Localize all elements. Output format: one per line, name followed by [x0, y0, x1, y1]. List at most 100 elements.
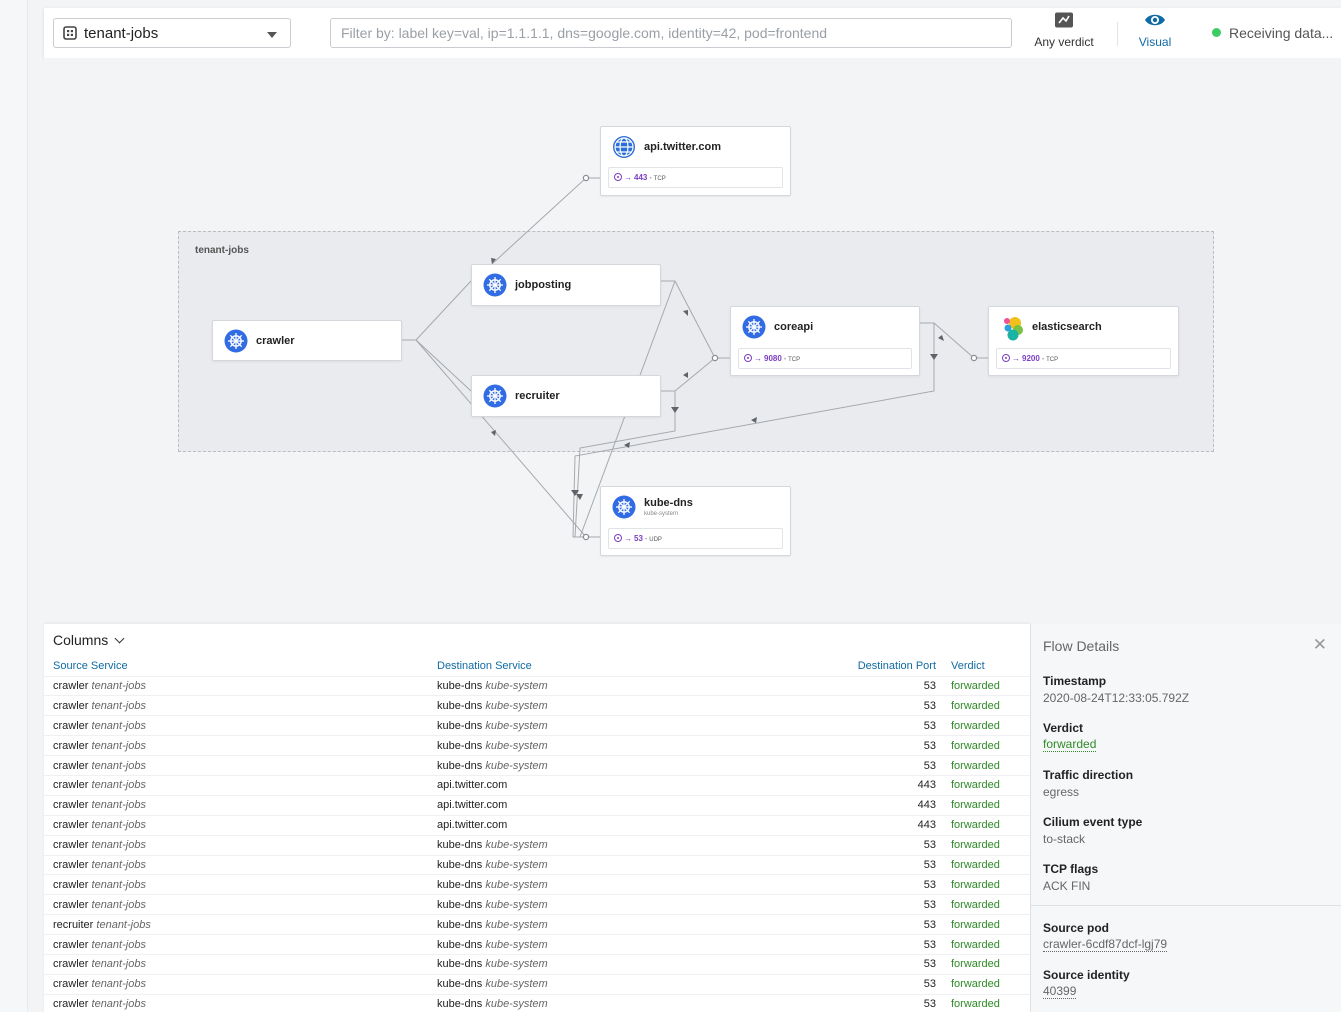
table-row[interactable]: recruiter tenant-jobs kube-dns kube-syste…: [44, 914, 1030, 935]
cell-destination-service: kube-dns kube-system: [428, 993, 808, 1012]
node-crawler[interactable]: crawler: [212, 320, 402, 361]
cell-destination-port: 53: [808, 715, 942, 736]
table-row[interactable]: crawler tenant-jobs kube-dns kube-system 5…: [44, 934, 1030, 955]
table-row[interactable]: crawler tenant-jobs kube-dns kube-system 5…: [44, 695, 1030, 716]
left-sidebar: [0, 0, 28, 1012]
node-coreapi[interactable]: coreapi → 9080 • TCP: [730, 306, 920, 376]
kubernetes-icon: [742, 315, 766, 339]
column-header-source-service[interactable]: Source Service: [44, 656, 428, 676]
source-namespace: tenant-jobs: [91, 739, 146, 752]
table-row[interactable]: crawler tenant-jobs api.twitter.com 443 for…: [44, 814, 1030, 836]
table-row[interactable]: crawler tenant-jobs kube-dns kube-system 5…: [44, 894, 1030, 915]
source-service-name: crawler: [53, 978, 89, 991]
table-row[interactable]: crawler tenant-jobs kube-dns kube-system 5…: [44, 715, 1030, 736]
flows-panel: Columns Source Service Destination Servi…: [44, 624, 1030, 1012]
table-row[interactable]: crawler tenant-jobs kube-dns kube-system 5…: [44, 953, 1030, 975]
cell-source-service: crawler tenant-jobs: [44, 973, 428, 995]
detail-value-link[interactable]: forwarded: [1043, 737, 1097, 753]
source-namespace: tenant-jobs: [91, 858, 146, 871]
cell-destination-service: kube-dns kube-system: [428, 735, 808, 756]
column-header-destination-service[interactable]: Destination Service: [428, 656, 808, 676]
table-row[interactable]: crawler tenant-jobs api.twitter.com 443 for…: [44, 774, 1030, 796]
destination-namespace: kube-system: [485, 878, 548, 891]
destination-service-name: api.twitter.com: [437, 799, 508, 812]
verdict-filter-button[interactable]: Any verdict: [1029, 12, 1099, 49]
detail-value-link[interactable]: crawler-6cdf87dcf-lgj79: [1043, 937, 1168, 953]
status-dot-icon: [1212, 28, 1221, 37]
table-row[interactable]: crawler tenant-jobs kube-dns kube-system 5…: [44, 755, 1030, 776]
columns-dropdown-button[interactable]: Columns: [53, 632, 125, 648]
node-recruiter[interactable]: recruiter: [471, 375, 661, 417]
destination-service-name: kube-dns: [437, 839, 483, 852]
cell-destination-service: kube-dns kube-system: [428, 953, 808, 975]
arrowhead: [938, 335, 944, 341]
node-title: elasticsearch: [1032, 321, 1102, 333]
destination-namespace: kube-system: [485, 998, 548, 1011]
cell-source-service: crawler tenant-jobs: [44, 874, 428, 895]
detail-value-link[interactable]: 40399: [1043, 984, 1077, 1000]
flow-details-title: Flow Details: [1043, 638, 1120, 654]
cell-verdict: forwarded: [942, 675, 1030, 696]
detail-label: Timestamp: [1043, 674, 1107, 688]
destination-namespace: kube-system: [485, 958, 548, 971]
cell-verdict: forwarded: [942, 715, 1030, 736]
table-row[interactable]: crawler tenant-jobs kube-dns kube-system 5…: [44, 874, 1030, 895]
edge-crawler-to-recruiter: [415, 339, 472, 392]
edge-crawler-to-jobposting: [415, 280, 472, 341]
destination-service-name: kube-dns: [437, 938, 483, 951]
port-icon: [614, 534, 622, 542]
table-row[interactable]: crawler tenant-jobs kube-dns kube-system 5…: [44, 973, 1030, 995]
kubernetes-icon: [483, 384, 507, 408]
source-namespace: tenant-jobs: [91, 978, 146, 991]
filter-input[interactable]: [330, 18, 1012, 48]
table-row[interactable]: crawler tenant-jobs kube-dns kube-system 5…: [44, 834, 1030, 856]
columns-label: Columns: [53, 632, 109, 648]
port-icon: [1002, 354, 1010, 362]
cell-source-service: crawler tenant-jobs: [44, 715, 428, 736]
source-service-name: crawler: [53, 878, 89, 891]
destination-namespace: kube-system: [485, 918, 548, 931]
column-header-destination-port[interactable]: Destination Port: [808, 656, 942, 676]
cell-destination-service: kube-dns kube-system: [428, 973, 808, 995]
source-service-name: recruiter: [53, 918, 94, 931]
cell-source-service: recruiter tenant-jobs: [44, 914, 428, 935]
node-title: jobposting: [515, 279, 572, 291]
cell-destination-service: kube-dns kube-system: [428, 715, 808, 736]
table-row[interactable]: crawler tenant-jobs kube-dns kube-system 5…: [44, 854, 1030, 875]
verdict-filter-label: Any verdict: [1034, 35, 1094, 49]
namespace-select[interactable]: tenant-jobs: [53, 18, 291, 48]
cell-destination-port: 53: [808, 914, 942, 935]
visual-toggle-button[interactable]: Visual: [1129, 12, 1181, 49]
node-api-twitter[interactable]: api.twitter.com → 443 • TCP: [600, 126, 791, 196]
arrowhead: [930, 354, 938, 360]
globe-icon: [613, 136, 635, 158]
namespace-icon: [63, 26, 77, 40]
cell-destination-port: 53: [808, 874, 942, 895]
table-row[interactable]: crawler tenant-jobs kube-dns kube-system 5…: [44, 993, 1030, 1012]
arrowhead: [683, 310, 688, 316]
node-title: coreapi: [774, 321, 814, 333]
node-elasticsearch[interactable]: elasticsearch → 9200 • TCP: [988, 306, 1179, 376]
destination-namespace: kube-system: [485, 679, 548, 692]
top-toolbar: tenant-jobs Any verdict Visual Receiving…: [44, 8, 1341, 58]
table-row[interactable]: crawler tenant-jobs kube-dns kube-system 5…: [44, 675, 1030, 696]
destination-service-name: kube-dns: [437, 759, 483, 772]
source-namespace: tenant-jobs: [91, 819, 146, 832]
table-row[interactable]: crawler tenant-jobs api.twitter.com 443 for…: [44, 794, 1030, 816]
table-row[interactable]: crawler tenant-jobs kube-dns kube-system 5…: [44, 735, 1030, 756]
destination-namespace: kube-system: [485, 699, 548, 712]
cell-destination-port: 53: [808, 993, 942, 1012]
cell-destination-port: 53: [808, 755, 942, 776]
destination-service-name: kube-dns: [437, 998, 483, 1011]
caret-down-icon: [267, 32, 277, 38]
source-namespace: tenant-jobs: [91, 898, 146, 911]
node-kube-dns[interactable]: kube-dns kube-system → 53 • UDP: [600, 486, 791, 556]
node-title: api.twitter.com: [644, 141, 722, 153]
flows-table: Source Service Destination Service Desti…: [44, 656, 1030, 1012]
node-title: recruiter: [515, 390, 560, 402]
close-icon[interactable]: ✕: [1313, 636, 1327, 653]
source-service-name: crawler: [53, 779, 89, 792]
toolbar-divider: [1117, 22, 1118, 46]
node-jobposting[interactable]: jobposting: [471, 264, 661, 306]
column-header-verdict[interactable]: Verdict: [942, 656, 1030, 676]
